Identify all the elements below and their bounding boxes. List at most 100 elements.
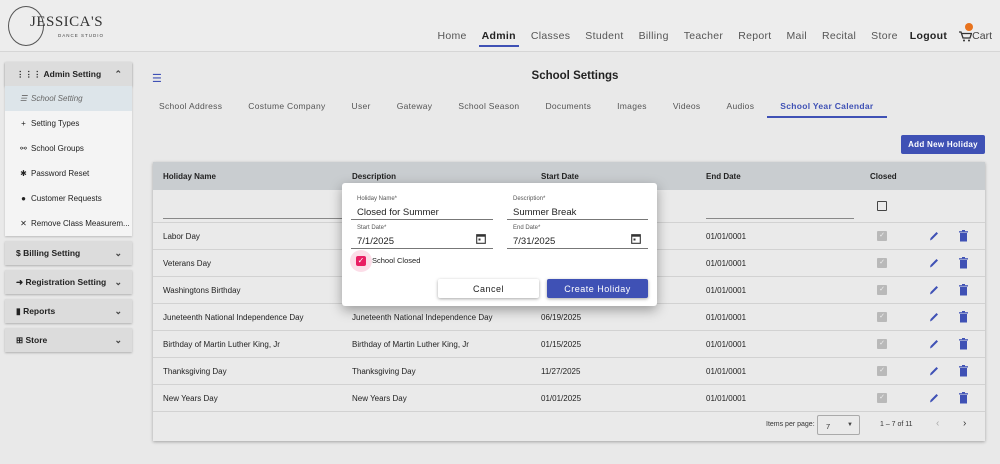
delete-trash-icon[interactable] bbox=[959, 365, 968, 377]
cell-end-date: 01/01/0001 bbox=[706, 340, 747, 349]
column-start-date[interactable]: Start Date bbox=[541, 172, 579, 181]
delete-trash-icon[interactable] bbox=[959, 230, 968, 242]
delete-trash-icon[interactable] bbox=[959, 392, 968, 404]
registration-setting-header[interactable]: ➜ Registration Setting ⌄ bbox=[5, 270, 132, 294]
edit-pencil-icon[interactable] bbox=[929, 311, 939, 323]
sidebar-item-remove-class-measurement[interactable]: ✕ Remove Class Measurem... bbox=[5, 211, 132, 236]
billing-setting-header[interactable]: $ Billing Setting ⌄ bbox=[5, 241, 132, 265]
sidebar-item-school-setting[interactable]: ☰ School Setting bbox=[5, 86, 132, 111]
school-closed-checkbox[interactable]: ✓ bbox=[356, 256, 366, 266]
edit-pencil-icon[interactable] bbox=[929, 338, 939, 350]
add-new-holiday-button[interactable]: Add New Holiday bbox=[901, 135, 985, 154]
nav-classes[interactable]: Classes bbox=[531, 30, 570, 42]
reports-header[interactable]: ▮ Reports ⌄ bbox=[5, 299, 132, 323]
closed-checkbox[interactable]: ✓ bbox=[877, 258, 887, 268]
nav-billing[interactable]: Billing bbox=[639, 30, 669, 42]
chevron-up-icon: ⌃ bbox=[114, 68, 122, 79]
nav-student[interactable]: Student bbox=[585, 30, 623, 42]
logout-link[interactable]: Logout bbox=[910, 30, 947, 42]
end-date-label: End Date* bbox=[513, 225, 541, 231]
cell-end-date: 01/01/0001 bbox=[706, 232, 747, 241]
delete-trash-icon[interactable] bbox=[959, 257, 968, 269]
tab-user[interactable]: User bbox=[339, 96, 384, 118]
nav-home[interactable]: Home bbox=[437, 30, 466, 42]
bar-chart-icon: ▮ bbox=[16, 305, 21, 316]
cart-link[interactable]: Cart bbox=[959, 23, 992, 42]
tab-documents[interactable]: Documents bbox=[532, 96, 604, 118]
cell-end-date: 01/01/0001 bbox=[706, 313, 747, 322]
list-icon: ☰ bbox=[19, 94, 28, 103]
store-header[interactable]: ⊞ Store ⌄ bbox=[5, 328, 132, 352]
create-holiday-button[interactable]: Create Holiday bbox=[547, 279, 648, 298]
cancel-button[interactable]: Cancel bbox=[438, 279, 539, 298]
tab-audios[interactable]: Audios bbox=[713, 96, 767, 118]
link-icon: ⚯ bbox=[20, 144, 27, 153]
admin-setting-header[interactable]: ⋮⋮⋮ Admin Setting ⌃ bbox=[5, 62, 132, 86]
holiday-name-field[interactable]: Holiday Name* Closed for Summer bbox=[351, 192, 493, 220]
sidebar-item-school-groups[interactable]: ⚯ School Groups bbox=[5, 136, 132, 161]
closed-checkbox[interactable]: ✓ bbox=[877, 312, 887, 322]
description-field[interactable]: Description* Summer Break bbox=[507, 192, 648, 220]
edit-pencil-icon[interactable] bbox=[929, 365, 939, 377]
tab-gateway[interactable]: Gateway bbox=[384, 96, 446, 118]
column-closed[interactable]: Closed bbox=[870, 172, 897, 181]
holiday-name-filter[interactable] bbox=[163, 218, 343, 219]
nav-admin[interactable]: Admin bbox=[478, 30, 520, 47]
tab-images[interactable]: Images bbox=[604, 96, 660, 118]
main-nav: Home Admin Classes Student Billing Teach… bbox=[422, 23, 992, 47]
nav-teacher[interactable]: Teacher bbox=[684, 30, 723, 42]
tab-school-year-calendar[interactable]: School Year Calendar bbox=[767, 96, 887, 118]
closed-checkbox[interactable]: ✓ bbox=[877, 339, 887, 349]
page-title: School Settings bbox=[531, 70, 619, 82]
calendar-icon[interactable] bbox=[476, 233, 486, 244]
closed-checkbox[interactable]: ✓ bbox=[877, 366, 887, 376]
tab-school-season[interactable]: School Season bbox=[445, 96, 532, 118]
next-page-icon[interactable]: › bbox=[963, 418, 966, 429]
cell-description: New Years Day bbox=[352, 394, 407, 403]
brand-subtitle: DANCE STUDIO bbox=[58, 33, 105, 38]
delete-trash-icon[interactable] bbox=[959, 311, 968, 323]
tab-school-address[interactable]: School Address bbox=[146, 96, 235, 118]
items-per-page-select[interactable]: 7 ▼ bbox=[817, 415, 860, 435]
closed-checkbox[interactable]: ✓ bbox=[877, 231, 887, 241]
column-holiday-name[interactable]: Holiday Name bbox=[163, 172, 216, 181]
sidebar-item-password-reset[interactable]: ✱ Password Reset bbox=[5, 161, 132, 186]
closed-checkbox[interactable]: ✓ bbox=[877, 393, 887, 403]
nav-report[interactable]: Report bbox=[738, 30, 771, 42]
sidebar-item-setting-types[interactable]: + Setting Types bbox=[5, 111, 132, 136]
cell-end-date: 01/01/0001 bbox=[706, 367, 747, 376]
delete-trash-icon[interactable] bbox=[959, 338, 968, 350]
cell-end-date: 01/01/0001 bbox=[706, 286, 747, 295]
edit-pencil-icon[interactable] bbox=[929, 230, 939, 242]
delete-trash-icon[interactable] bbox=[959, 284, 968, 296]
brand-logo[interactable]: JESSICA'S DANCE STUDIO bbox=[6, 4, 116, 48]
closed-checkbox[interactable]: ✓ bbox=[877, 285, 887, 295]
column-end-date[interactable]: End Date bbox=[706, 172, 741, 181]
column-description[interactable]: Description bbox=[352, 172, 396, 181]
edit-pencil-icon[interactable] bbox=[929, 257, 939, 269]
closed-filter-checkbox[interactable] bbox=[877, 201, 887, 211]
tab-videos[interactable]: Videos bbox=[660, 96, 714, 118]
nav-mail[interactable]: Mail bbox=[787, 30, 807, 42]
cell-holiday-name: Veterans Day bbox=[163, 259, 212, 268]
edit-pencil-icon[interactable] bbox=[929, 392, 939, 404]
end-date-field[interactable]: End Date* 7/31/2025 bbox=[507, 221, 648, 249]
start-date-value: 7/1/2025 bbox=[357, 236, 394, 247]
brand-name: JESSICA'S bbox=[30, 14, 104, 30]
edit-pencil-icon[interactable] bbox=[929, 284, 939, 296]
nav-store[interactable]: Store bbox=[871, 30, 898, 42]
nav-recital[interactable]: Recital bbox=[822, 30, 856, 42]
close-icon: ✕ bbox=[20, 219, 27, 228]
chevron-down-icon: ⌄ bbox=[114, 305, 122, 316]
calendar-icon[interactable] bbox=[631, 233, 641, 244]
previous-page-icon[interactable]: ‹ bbox=[936, 418, 939, 429]
end-date-filter[interactable] bbox=[706, 218, 854, 219]
tab-costume-company[interactable]: Costume Company bbox=[235, 96, 338, 118]
admin-setting-group: ⋮⋮⋮ Admin Setting ⌃ ☰ School Setting + Set… bbox=[5, 62, 132, 236]
sidebar-item-customer-requests[interactable]: ● Customer Requests bbox=[5, 186, 132, 211]
cell-holiday-name: Juneteenth National Independence Day bbox=[163, 313, 304, 322]
start-date-field[interactable]: Start Date* 7/1/2025 bbox=[351, 221, 493, 249]
cell-end-date: 01/01/0001 bbox=[706, 394, 747, 403]
chevron-down-icon: ⌄ bbox=[114, 276, 122, 287]
school-closed-label[interactable]: School Closed bbox=[372, 256, 420, 265]
